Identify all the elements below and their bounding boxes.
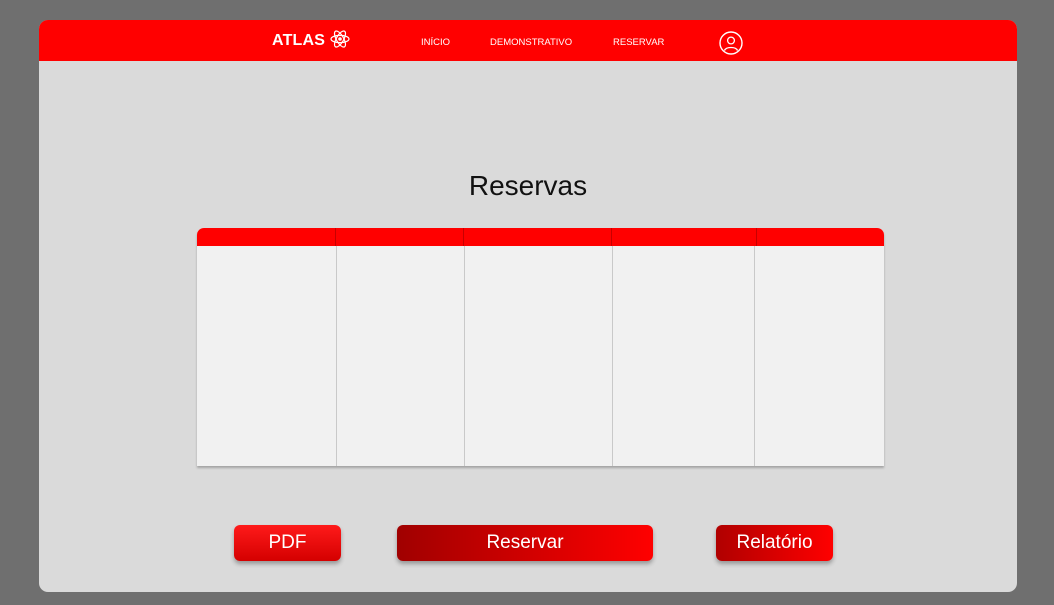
column-divider — [464, 246, 465, 466]
column-divider — [336, 246, 337, 466]
user-circle-icon[interactable] — [719, 31, 743, 55]
table-header-cell — [336, 228, 464, 246]
app-window: ATLAS INÍCIO DEMONSTRATIVO RESERVAR Rese… — [39, 20, 1017, 592]
table-header — [197, 228, 884, 246]
brand-name: ATLAS — [272, 32, 326, 49]
nav-link-inicio[interactable]: INÍCIO — [421, 37, 450, 48]
column-divider — [612, 246, 613, 466]
table-header-cell — [197, 228, 336, 246]
column-divider — [754, 246, 755, 466]
table-header-cell — [612, 228, 757, 246]
page-title: Reservas — [468, 170, 588, 201]
atom-icon — [329, 28, 351, 55]
nav-link-demonstrativo[interactable]: DEMONSTRATIVO — [490, 37, 572, 48]
top-navbar: ATLAS INÍCIO DEMONSTRATIVO RESERVAR — [39, 20, 1017, 61]
nav-link-reservar[interactable]: RESERVAR — [613, 37, 664, 48]
pdf-button[interactable]: PDF — [234, 525, 341, 561]
brand-logo[interactable]: ATLAS — [272, 29, 351, 53]
relatorio-button[interactable]: Relatório — [716, 525, 833, 561]
table-header-cell — [757, 228, 884, 246]
table-header-cell — [464, 228, 612, 246]
reservations-table — [197, 228, 884, 466]
reservar-button[interactable]: Reservar — [397, 525, 653, 561]
